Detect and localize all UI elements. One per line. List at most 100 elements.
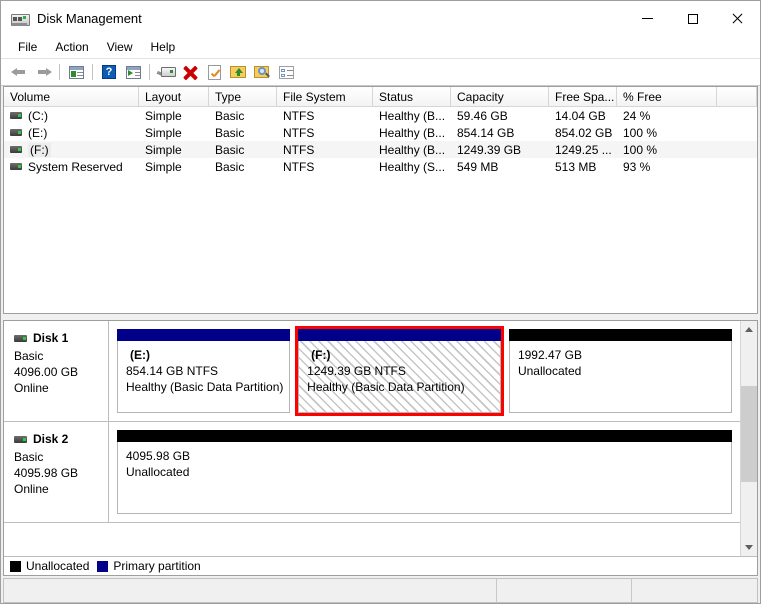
menu-action[interactable]: Action xyxy=(46,37,97,57)
menu-view[interactable]: View xyxy=(98,37,142,57)
folder-search-icon xyxy=(254,65,270,80)
delete-icon xyxy=(183,65,198,80)
legend-item-unallocated: Unallocated xyxy=(10,559,89,573)
cell-status: Healthy (B... xyxy=(379,142,446,157)
disk-icon xyxy=(14,435,27,443)
volume-icon xyxy=(10,146,22,153)
partition-details: (E:) 854.14 GB NTFS Healthy (Basic Data … xyxy=(117,341,291,413)
column-header-file-system[interactable]: File System xyxy=(277,87,373,107)
column-header-status[interactable]: Status xyxy=(373,87,451,107)
disk-name-label: Disk 1 xyxy=(33,331,69,345)
column-header-filler[interactable] xyxy=(717,87,757,107)
cell-free-space: 1249.25 ... xyxy=(555,142,612,157)
partition-color-bar xyxy=(117,329,291,341)
cell-volume: (F:) xyxy=(4,142,139,157)
scroll-down-button[interactable] xyxy=(741,539,757,556)
show-action-pane-button[interactable] xyxy=(121,61,145,83)
menu-file[interactable]: File xyxy=(9,37,46,57)
chevron-down-icon xyxy=(745,545,753,550)
table-row[interactable]: (C:) Simple Basic NTFS Healthy (B... 59.… xyxy=(4,107,757,124)
column-header-type[interactable]: Type xyxy=(209,87,277,107)
cell-free-space: 14.04 GB xyxy=(555,108,606,123)
cell-status: Healthy (B... xyxy=(379,108,446,123)
partition-letter: (E:) xyxy=(130,348,150,362)
show-hide-console-tree-icon xyxy=(68,65,84,79)
disk-name-label: Disk 2 xyxy=(33,432,69,446)
cell-file-system: NTFS xyxy=(283,142,315,157)
column-header-layout[interactable]: Layout xyxy=(139,87,209,107)
scroll-up-button[interactable] xyxy=(741,321,757,338)
table-row[interactable]: (E:) Simple Basic NTFS Healthy (B... 854… xyxy=(4,124,757,141)
rescan-disks-button[interactable] xyxy=(154,61,178,83)
scrollbar-thumb[interactable] xyxy=(741,386,757,482)
menu-bar: File Action View Help xyxy=(1,36,760,59)
cell-layout: Simple xyxy=(145,125,182,140)
partition-f[interactable]: (F:) 1249.39 GB NTFS Healthy (Basic Data… xyxy=(295,326,504,416)
partition-status: Healthy (Basic Data Partition) xyxy=(307,380,465,394)
cell-percent-free: 100 % xyxy=(623,142,658,157)
volume-list-pane: Volume Layout Type File System Status Ca… xyxy=(3,86,758,314)
graphical-view-pane: Disk 1 Basic 4096.00 GB Online (E:) 854.… xyxy=(3,320,758,576)
partition-details: 1992.47 GB Unallocated xyxy=(508,341,732,413)
cell-layout: Simple xyxy=(145,159,182,174)
table-row[interactable]: (F:) Simple Basic NTFS Healthy (B... 124… xyxy=(4,141,757,158)
volume-list-rows: (C:) Simple Basic NTFS Healthy (B... 59.… xyxy=(4,107,757,313)
partition-size-fs: 1992.47 GB xyxy=(517,348,583,362)
disk-1-partitions: (E:) 854.14 GB NTFS Healthy (Basic Data … xyxy=(109,321,740,421)
toolbar: ? xyxy=(1,59,760,86)
close-icon xyxy=(732,13,743,24)
cell-file-system: NTFS xyxy=(283,108,315,123)
cell-type: Basic xyxy=(215,125,245,140)
title-bar: Disk Management xyxy=(1,1,760,36)
cell-status: Healthy (S... xyxy=(379,159,446,174)
disk-info-disk-2[interactable]: Disk 2 Basic 4095.98 GB Online xyxy=(4,422,109,522)
cell-status: Healthy (B... xyxy=(379,125,446,140)
partition-e[interactable]: (E:) 854.14 GB NTFS Healthy (Basic Data … xyxy=(117,329,291,413)
folder-search-button[interactable] xyxy=(250,61,274,83)
column-header-free-space[interactable]: Free Spa... xyxy=(549,87,617,107)
disk-type-label: Basic xyxy=(14,450,44,464)
show-hide-console-tree-button[interactable] xyxy=(64,61,88,83)
cell-volume: (E:) xyxy=(4,126,139,140)
maximize-button[interactable] xyxy=(670,1,715,36)
forward-button[interactable] xyxy=(31,61,55,83)
status-bar xyxy=(3,578,758,603)
disk-info-disk-1[interactable]: Disk 1 Basic 4096.00 GB Online xyxy=(4,321,109,421)
help-button[interactable]: ? xyxy=(97,61,121,83)
properties-page-button[interactable] xyxy=(202,61,226,83)
column-header-percent-free[interactable]: % Free xyxy=(617,87,717,107)
graphical-view-body: Disk 1 Basic 4096.00 GB Online (E:) 854.… xyxy=(4,321,757,556)
list-properties-button[interactable] xyxy=(274,61,298,83)
rescan-disks-icon xyxy=(156,65,176,79)
cell-file-system: NTFS xyxy=(283,125,315,140)
partition-unallocated-disk-2[interactable]: 4095.98 GB Unallocated xyxy=(117,430,732,514)
table-row[interactable]: System Reserved Simple Basic NTFS Health… xyxy=(4,158,757,175)
window-controls xyxy=(625,1,760,36)
properties-page-icon xyxy=(207,64,221,80)
disk-icon xyxy=(14,334,27,342)
graphical-view-scrollbar[interactable] xyxy=(740,321,757,556)
column-header-capacity[interactable]: Capacity xyxy=(451,87,549,107)
column-header-volume[interactable]: Volume xyxy=(4,87,139,107)
graphical-view-content: Disk 1 Basic 4096.00 GB Online (E:) 854.… xyxy=(4,321,740,556)
scrollbar-track[interactable] xyxy=(741,338,757,539)
back-button[interactable] xyxy=(7,61,31,83)
cell-type: Basic xyxy=(215,142,245,157)
legend-item-primary-partition: Primary partition xyxy=(97,559,201,573)
folder-up-button[interactable] xyxy=(226,61,250,83)
partition-color-bar xyxy=(117,430,732,442)
partition-status: Healthy (Basic Data Partition) xyxy=(126,380,284,394)
volume-icon xyxy=(10,112,22,119)
legend-label-primary-partition: Primary partition xyxy=(113,559,201,573)
chevron-up-icon xyxy=(745,327,753,332)
partition-unallocated-disk-1[interactable]: 1992.47 GB Unallocated xyxy=(508,329,732,413)
toolbar-separator xyxy=(149,64,150,80)
legend: Unallocated Primary partition xyxy=(4,556,757,575)
menu-help[interactable]: Help xyxy=(142,37,185,57)
partition-status: Unallocated xyxy=(126,465,190,479)
delete-button[interactable] xyxy=(178,61,202,83)
minimize-button[interactable] xyxy=(625,1,670,36)
close-button[interactable] xyxy=(715,1,760,36)
show-action-pane-icon xyxy=(125,65,141,79)
cell-volume-label: System Reserved xyxy=(28,159,123,174)
